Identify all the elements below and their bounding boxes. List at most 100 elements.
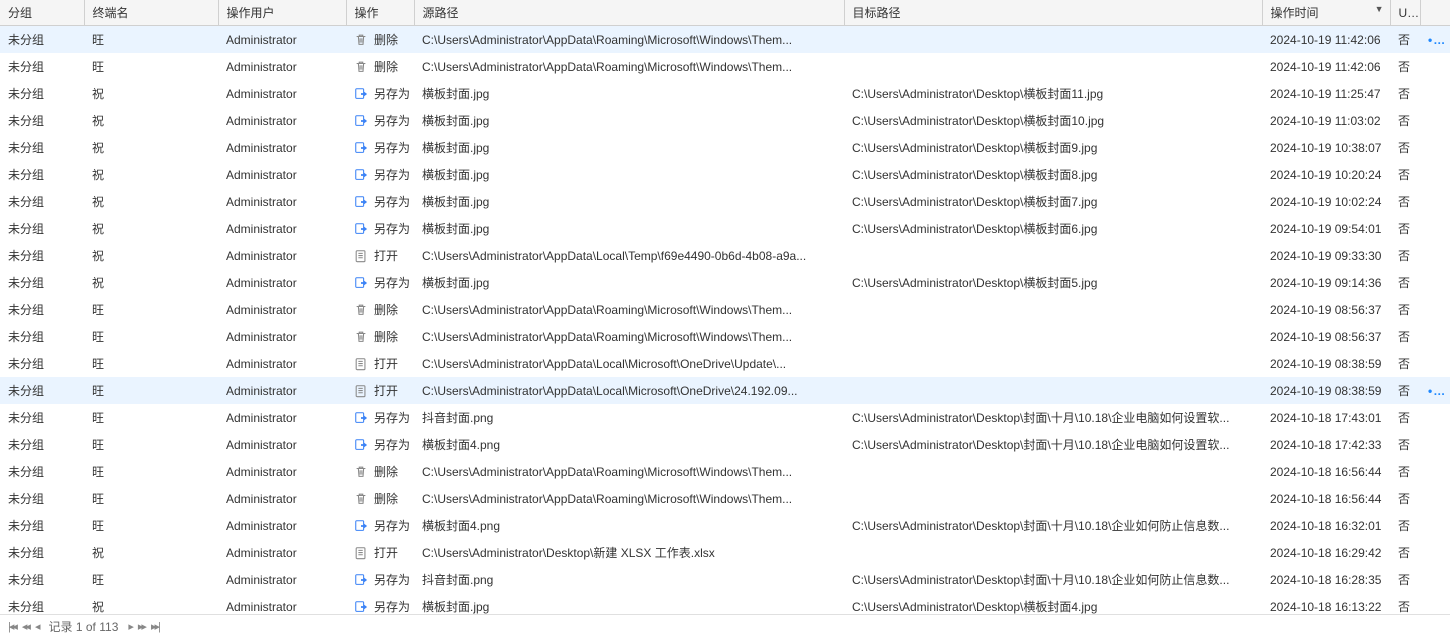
row-more-button[interactable]: ••• — [1420, 377, 1450, 404]
pager-total: 113 — [99, 620, 118, 634]
table-row[interactable]: 未分组旺Administrator删除C:\Users\Administrato… — [0, 485, 1450, 512]
table-row[interactable]: 未分组祝Administrator另存为横板封面.jpgC:\Users\Adm… — [0, 215, 1450, 242]
cell-target: C:\Users\Administrator\Desktop\横板封面11.jp… — [844, 80, 1262, 107]
cell-user: Administrator — [218, 215, 346, 242]
cell-terminal: 祝 — [84, 593, 218, 614]
column-header-group[interactable]: 分组 — [0, 0, 84, 26]
table-row[interactable]: 未分组旺Administrator打开C:\Users\Administrato… — [0, 350, 1450, 377]
cell-user: Administrator — [218, 107, 346, 134]
cell-target: C:\Users\Administrator\Desktop\横板封面8.jpg — [844, 161, 1262, 188]
cell-operation: 另存为 — [346, 566, 414, 593]
table-row[interactable]: 未分组旺Administrator删除C:\Users\Administrato… — [0, 323, 1450, 350]
cell-udisk: 否 — [1390, 431, 1420, 458]
cell-user: Administrator — [218, 431, 346, 458]
column-header-udisk[interactable]: U盘 — [1390, 0, 1420, 26]
cell-target — [844, 377, 1262, 404]
table-row[interactable]: 未分组祝Administrator打开C:\Users\Administrato… — [0, 539, 1450, 566]
table-row[interactable]: 未分组旺Administrator打开C:\Users\Administrato… — [0, 377, 1450, 404]
table-row[interactable]: 未分组旺Administrator删除C:\Users\Administrato… — [0, 296, 1450, 323]
cell-target — [844, 242, 1262, 269]
column-header-target[interactable]: 目标路径 — [844, 0, 1262, 26]
cell-source: C:\Users\Administrator\AppData\Roaming\M… — [414, 458, 844, 485]
pager-prev-button[interactable]: ◂ — [35, 620, 39, 633]
column-header-terminal[interactable]: 终端名 — [84, 0, 218, 26]
saveas-icon — [354, 573, 368, 587]
cell-target: C:\Users\Administrator\Desktop\封面\十月\10.… — [844, 431, 1262, 458]
table-row[interactable]: 未分组祝Administrator另存为横板封面.jpgC:\Users\Adm… — [0, 107, 1450, 134]
column-header-time[interactable]: 操作时间 — [1262, 0, 1390, 26]
cell-source: C:\Users\Administrator\AppData\Roaming\M… — [414, 53, 844, 80]
saveas-icon — [354, 438, 368, 452]
table-row[interactable]: 未分组祝Administrator打开C:\Users\Administrato… — [0, 242, 1450, 269]
operation-label: 另存为 — [374, 220, 410, 237]
pager-fastnext-button[interactable]: ▸▸ — [138, 620, 145, 633]
operation-label: 删除 — [374, 490, 398, 507]
cell-terminal: 祝 — [84, 188, 218, 215]
cell-time: 2024-10-19 08:56:37 — [1262, 296, 1390, 323]
operation-label: 另存为 — [374, 193, 410, 210]
pager-last-button[interactable]: ▸▸| — [151, 620, 159, 633]
cell-source: C:\Users\Administrator\AppData\Roaming\M… — [414, 323, 844, 350]
cell-time: 2024-10-18 16:13:22 — [1262, 593, 1390, 614]
cell-terminal: 祝 — [84, 161, 218, 188]
table-row[interactable]: 未分组旺Administrator另存为横板封面4.pngC:\Users\Ad… — [0, 431, 1450, 458]
cell-time: 2024-10-19 10:38:07 — [1262, 134, 1390, 161]
table-row[interactable]: 未分组旺Administrator删除C:\Users\Administrato… — [0, 26, 1450, 54]
cell-source: 横板封面.jpg — [414, 593, 844, 614]
row-more-button — [1420, 404, 1450, 431]
column-header-operation[interactable]: 操作 — [346, 0, 414, 26]
cell-group: 未分组 — [0, 53, 84, 80]
open-icon — [354, 546, 368, 560]
cell-group: 未分组 — [0, 107, 84, 134]
cell-udisk: 否 — [1390, 215, 1420, 242]
cell-group: 未分组 — [0, 431, 84, 458]
pager-fastprev-button[interactable]: ◂◂ — [22, 620, 29, 633]
cell-target — [844, 26, 1262, 54]
cell-target: C:\Users\Administrator\Desktop\封面\十月\10.… — [844, 566, 1262, 593]
cell-target: C:\Users\Administrator\Desktop\横板封面6.jpg — [844, 215, 1262, 242]
table-row[interactable]: 未分组旺Administrator删除C:\Users\Administrato… — [0, 458, 1450, 485]
row-more-button — [1420, 80, 1450, 107]
column-header-source[interactable]: 源路径 — [414, 0, 844, 26]
cell-udisk: 否 — [1390, 296, 1420, 323]
saveas-icon — [354, 519, 368, 533]
column-header-more[interactable] — [1420, 0, 1450, 26]
cell-terminal: 旺 — [84, 377, 218, 404]
operation-label: 另存为 — [374, 517, 410, 534]
row-more-button[interactable]: ••• — [1420, 26, 1450, 54]
table-row[interactable]: 未分组祝Administrator另存为横板封面.jpgC:\Users\Adm… — [0, 80, 1450, 107]
cell-operation: 打开 — [346, 539, 414, 566]
operation-label: 另存为 — [374, 598, 410, 614]
table-row[interactable]: 未分组旺Administrator删除C:\Users\Administrato… — [0, 53, 1450, 80]
table-row[interactable]: 未分组祝Administrator另存为横板封面.jpgC:\Users\Adm… — [0, 269, 1450, 296]
cell-operation: 删除 — [346, 26, 414, 54]
pager-next-button[interactable]: ▸ — [128, 620, 132, 633]
table-row[interactable]: 未分组旺Administrator另存为横板封面4.pngC:\Users\Ad… — [0, 512, 1450, 539]
operation-label: 删除 — [374, 301, 398, 318]
cell-target: C:\Users\Administrator\Desktop\横板封面5.jpg — [844, 269, 1262, 296]
cell-group: 未分组 — [0, 215, 84, 242]
operation-label: 另存为 — [374, 85, 410, 102]
ellipsis-icon: ••• — [1428, 33, 1445, 47]
pager-record-label: 记录 — [48, 620, 72, 634]
column-header-user[interactable]: 操作用户 — [218, 0, 346, 26]
cell-udisk: 否 — [1390, 188, 1420, 215]
row-more-button — [1420, 512, 1450, 539]
cell-udisk: 否 — [1390, 485, 1420, 512]
table-row[interactable]: 未分组祝Administrator另存为横板封面.jpgC:\Users\Adm… — [0, 161, 1450, 188]
log-table: 分组终端名操作用户操作源路径目标路径操作时间U盘 未分组旺Administrat… — [0, 0, 1450, 614]
cell-target: C:\Users\Administrator\Desktop\封面\十月\10.… — [844, 404, 1262, 431]
cell-target: C:\Users\Administrator\Desktop\横板封面7.jpg — [844, 188, 1262, 215]
table-row[interactable]: 未分组祝Administrator另存为横板封面.jpgC:\Users\Adm… — [0, 134, 1450, 161]
cell-user: Administrator — [218, 377, 346, 404]
pager-first-button[interactable]: |◂◂ — [8, 620, 16, 633]
table-row[interactable]: 未分组旺Administrator另存为抖音封面.pngC:\Users\Adm… — [0, 566, 1450, 593]
cell-time: 2024-10-19 09:14:36 — [1262, 269, 1390, 296]
delete-icon — [354, 33, 368, 47]
cell-operation: 打开 — [346, 242, 414, 269]
saveas-icon — [354, 168, 368, 182]
table-row[interactable]: 未分组祝Administrator另存为横板封面.jpgC:\Users\Adm… — [0, 188, 1450, 215]
table-row[interactable]: 未分组祝Administrator另存为横板封面.jpgC:\Users\Adm… — [0, 593, 1450, 614]
cell-operation: 另存为 — [346, 107, 414, 134]
table-row[interactable]: 未分组旺Administrator另存为抖音封面.pngC:\Users\Adm… — [0, 404, 1450, 431]
